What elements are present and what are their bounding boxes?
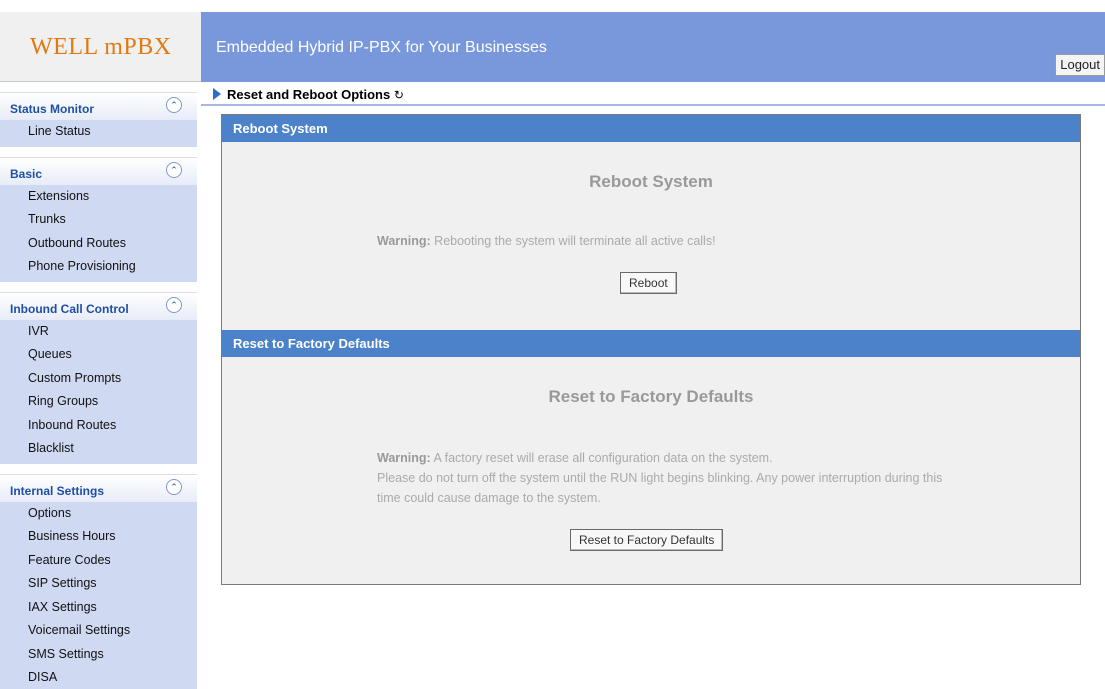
sidebar-item-feature-codes[interactable]: Feature Codes (0, 549, 197, 573)
reset-factory-defaults-button[interactable]: Reset to Factory Defaults (570, 529, 724, 551)
sidebar-section-header[interactable]: Inbound Call Control ⌃ (0, 291, 197, 320)
reboot-warning: Warning: Rebooting the system will termi… (377, 231, 716, 251)
warning-text: Rebooting the system will terminate all … (430, 234, 716, 248)
sidebar-section-title: Inbound Call Control (10, 301, 129, 316)
sidebar-item-business-hours[interactable]: Business Hours (0, 525, 197, 549)
header-title: Embedded Hybrid IP-PBX for Your Business… (216, 39, 547, 56)
reboot-button[interactable]: Reboot (620, 272, 677, 294)
sidebar-section-header[interactable]: Internal Settings ⌃ (0, 473, 197, 502)
sidebar-item-line-status[interactable]: Line Status (0, 120, 197, 144)
warning-text: A factory reset will erase all configura… (430, 451, 773, 465)
collapse-icon[interactable]: ⌃ (166, 478, 182, 495)
top-header: Embedded Hybrid IP-PBX for Your Business… (201, 12, 1105, 82)
sidebar-item-options[interactable]: Options (0, 502, 197, 526)
sidebar-item-queues[interactable]: Queues (0, 343, 197, 367)
warning-line-2: Please do not turn off the system until … (377, 471, 943, 485)
sidebar-item-sip-settings[interactable]: SIP Settings (0, 572, 197, 596)
reboot-heading: Reboot System (589, 172, 713, 191)
sidebar-item-disa[interactable]: DISA (0, 666, 197, 689)
warning-label: Warning: (377, 234, 431, 248)
sidebar-section-internal-settings: Internal Settings ⌃ Options Business Hou… (0, 473, 197, 689)
reset-warning: Warning: A factory reset will erase all … (377, 448, 1067, 508)
sidebar-section-status-monitor: Status Monitor ⌃ Line Status (0, 92, 197, 147)
breadcrumb: Reset and Reboot Options ↻ (213, 84, 404, 106)
page-title: Reset and Reboot Options (227, 87, 391, 102)
reset-heading: Reset to Factory Defaults (548, 387, 754, 406)
warning-line-3: time could cause damage to the system. (377, 491, 601, 505)
warning-label: Warning: (377, 451, 431, 465)
sidebar-item-iax-settings[interactable]: IAX Settings (0, 596, 197, 620)
sidebar-item-voicemail-settings[interactable]: Voicemail Settings (0, 619, 197, 643)
options-panel: Reboot System Reboot System Warning: Reb… (221, 114, 1081, 585)
collapse-icon[interactable]: ⌃ (166, 296, 182, 313)
collapse-icon[interactable]: ⌃ (166, 161, 182, 178)
reset-section-bar: Reset to Factory Defaults (222, 330, 1080, 357)
sidebar-section-basic: Basic ⌃ Extensions Trunks Outbound Route… (0, 156, 197, 282)
sidebar: Status Monitor ⌃ Line Status Basic ⌃ Ext… (0, 82, 201, 689)
sidebar-item-trunks[interactable]: Trunks (0, 208, 197, 232)
reboot-section: Reboot System Warning: Rebooting the sys… (222, 142, 1080, 330)
app-logo: WELL mPBX (30, 34, 172, 60)
sidebar-item-outbound-routes[interactable]: Outbound Routes (0, 232, 197, 256)
breadcrumb-divider (201, 104, 1105, 106)
reboot-section-bar: Reboot System (222, 115, 1080, 142)
collapse-icon[interactable]: ⌃ (166, 97, 182, 113)
sidebar-section-title: Basic (10, 166, 43, 181)
reset-section: Reset to Factory Defaults Warning: A fac… (222, 357, 1080, 583)
sidebar-item-phone-provisioning[interactable]: Phone Provisioning (0, 255, 197, 279)
sidebar-item-blacklist[interactable]: Blacklist (0, 437, 197, 461)
sidebar-section-inbound-call-control: Inbound Call Control ⌃ IVR Queues Custom… (0, 291, 197, 464)
sidebar-item-ivr[interactable]: IVR (0, 320, 197, 344)
sidebar-item-inbound-routes[interactable]: Inbound Routes (0, 414, 197, 438)
sidebar-section-header[interactable]: Status Monitor ⌃ (0, 92, 197, 120)
sidebar-section-title: Status Monitor (10, 102, 94, 116)
logo-area: WELL mPBX (0, 12, 201, 82)
sidebar-item-custom-prompts[interactable]: Custom Prompts (0, 367, 197, 391)
sidebar-section-title: Internal Settings (10, 483, 105, 498)
sidebar-section-header[interactable]: Basic ⌃ (0, 156, 197, 185)
logout-button[interactable]: Logout (1055, 54, 1105, 76)
sidebar-item-ring-groups[interactable]: Ring Groups (0, 390, 197, 414)
arrow-right-icon (213, 88, 221, 100)
sidebar-item-extensions[interactable]: Extensions (0, 185, 197, 209)
refresh-icon[interactable]: ↻ (394, 88, 404, 102)
sidebar-item-sms-settings[interactable]: SMS Settings (0, 643, 197, 667)
